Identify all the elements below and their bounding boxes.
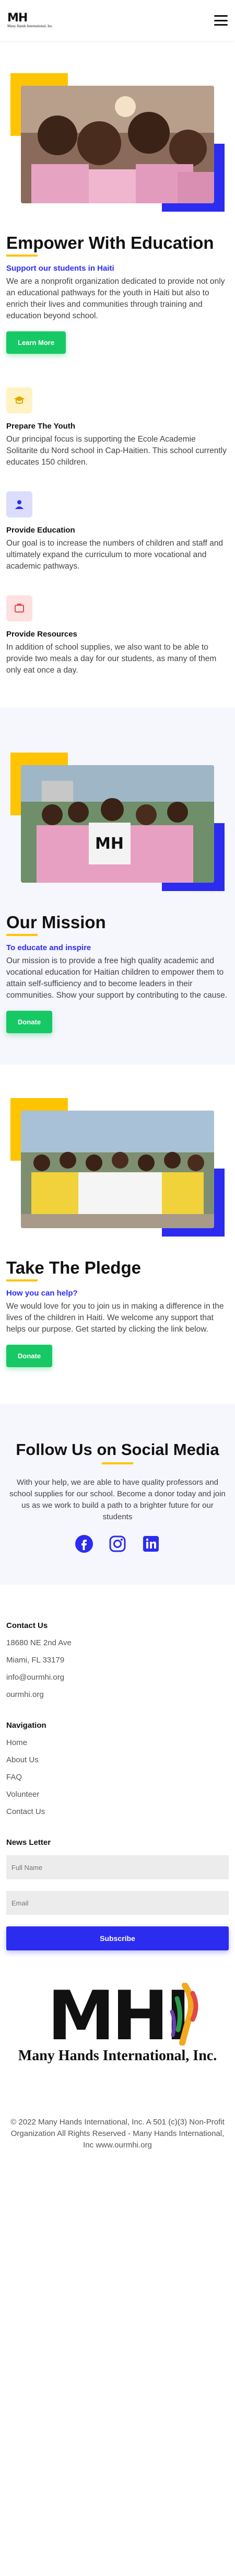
graduation-icon xyxy=(6,387,32,413)
footer-navigation: Navigation Home About Us FAQ Volunteer C… xyxy=(6,1721,229,1816)
nav-about-us[interactable]: About Us xyxy=(6,1755,229,1764)
site-logo[interactable]: MH Many Hands International, Inc. xyxy=(7,11,53,29)
footer-contact: Contact Us 18680 NE 2nd Ave Miami, FL 33… xyxy=(6,1621,229,1699)
social-title: Follow Us on Social Media xyxy=(16,1440,219,1459)
mission-section: MH Our Mission To educate and inspire Ou… xyxy=(0,708,235,1065)
feature-body: Our goal is to increase the numbers of c… xyxy=(6,539,224,571)
site-footer: Contact Us 18680 NE 2nd Ave Miami, FL 33… xyxy=(0,1585,235,2080)
address-line: 18680 NE 2nd Ave xyxy=(6,1638,72,1647)
hands-icon xyxy=(170,1983,198,2046)
social-section: Follow Us on Social Media With your help… xyxy=(0,1404,235,1585)
copyright-text: © 2022 Many Hands International, Inc. A … xyxy=(10,2118,225,2150)
feature-body: In addition of school supplies, we also … xyxy=(6,643,217,675)
feature-item: Provide Education Our goal is to increas… xyxy=(6,491,229,572)
nav-volunteer[interactable]: Volunteer xyxy=(6,1790,229,1799)
pledge-title: Take The Pledge xyxy=(6,1258,141,1277)
linkedin-icon[interactable] xyxy=(142,1534,160,1553)
hero-body: We are a nonprofit organization dedicate… xyxy=(6,277,225,320)
subscribe-button[interactable]: Subscribe xyxy=(6,1926,229,1950)
feature-item: Provide Resources In addition of school … xyxy=(6,595,229,676)
pledge-image-frame xyxy=(10,1098,225,1237)
pledge-subtitle: How you can help? xyxy=(6,1289,78,1298)
email-link[interactable]: info@ourmhi.org xyxy=(6,1673,229,1682)
logo-mark: MH xyxy=(7,11,28,25)
education-icon xyxy=(6,491,32,517)
facebook-icon[interactable] xyxy=(75,1534,93,1553)
feature-title: Provide Education xyxy=(6,526,75,535)
hero-photo xyxy=(21,86,214,203)
footer-heading: Contact Us xyxy=(6,1621,48,1630)
feature-title: Provide Resources xyxy=(6,630,77,639)
footer-heading: News Letter xyxy=(6,1838,51,1847)
hero-section: Empower With Education Support our stude… xyxy=(0,73,235,354)
feature-body: Our principal focus is supporting the Ec… xyxy=(6,435,227,467)
svg-text:MH: MH xyxy=(95,835,124,853)
feature-title: Prepare The Youth xyxy=(6,422,75,431)
mission-image-frame: MH xyxy=(10,753,225,891)
instagram-icon[interactable] xyxy=(108,1534,127,1553)
social-icons xyxy=(9,1534,226,1553)
mission-subtitle: To educate and inspire xyxy=(6,943,91,952)
pledge-photo xyxy=(21,1111,214,1228)
full-name-input[interactable] xyxy=(6,1855,229,1879)
city-line: Miami, FL 33179 xyxy=(6,1656,65,1665)
website-link[interactable]: ourmhi.org xyxy=(6,1690,229,1699)
mission-photo: MH xyxy=(21,765,214,883)
donate-button[interactable]: Donate xyxy=(6,1011,53,1033)
logo-subtext: Many Hands International, Inc. xyxy=(7,24,53,28)
feature-item: Prepare The Youth Our principal focus is… xyxy=(6,387,229,468)
nav-faq[interactable]: FAQ xyxy=(6,1773,229,1782)
menu-icon[interactable] xyxy=(214,15,228,26)
pledge-body: We would love for you to join us in maki… xyxy=(6,1302,224,1334)
mission-body: Our mission is to provide a free high qu… xyxy=(6,956,228,1000)
footer-logo: MHI Many Hands International, Inc. xyxy=(6,1982,229,2064)
mission-title: Our Mission xyxy=(6,912,106,932)
site-header: MH Many Hands International, Inc. xyxy=(0,0,235,41)
resources-icon xyxy=(6,595,32,621)
nav-contact-us[interactable]: Contact Us xyxy=(6,1807,229,1816)
pledge-section: Take The Pledge How you can help? We wou… xyxy=(0,1098,235,1367)
page: MH Many Hands International, Inc. Empowe… xyxy=(0,0,235,2177)
learn-more-button[interactable]: Learn More xyxy=(6,331,66,354)
nav-home[interactable]: Home xyxy=(6,1738,229,1747)
footer-heading: Navigation xyxy=(6,1721,46,1730)
hero-title: Empower With Education xyxy=(6,233,214,252)
hero-subtitle: Support our students in Haiti xyxy=(6,264,114,273)
features-section: Prepare The Youth Our principal focus is… xyxy=(0,387,235,676)
footer-newsletter: News Letter Subscribe xyxy=(6,1838,229,1950)
hero-image-frame xyxy=(10,73,225,212)
social-body: With your help, we are able to have qual… xyxy=(9,1478,226,1521)
email-input[interactable] xyxy=(6,1891,229,1915)
donate-button[interactable]: Donate xyxy=(6,1345,53,1367)
